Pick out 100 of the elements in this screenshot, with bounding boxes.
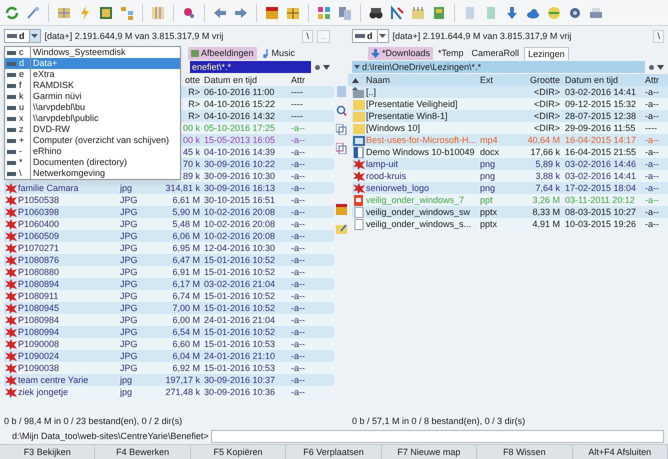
menu-item[interactable]: + Computer (overzicht van schijven): [5, 135, 180, 146]
copy-icon[interactable]: [336, 124, 346, 135]
file-name[interactable]: P1090008: [18, 340, 120, 348]
table-cell-text: jpg: [120, 184, 134, 192]
file-name[interactable]: P1080994: [18, 328, 120, 336]
table-cell-text: -a--: [290, 220, 306, 228]
file-name[interactable]: P1080911: [18, 292, 120, 300]
tiles-icon[interactable]: [316, 4, 332, 20]
caret-icon[interactable]: [323, 64, 330, 70]
function-key-button[interactable]: F4 Bewerken: [95, 445, 191, 459]
column-header[interactable]: Attr: [644, 76, 664, 84]
file-name[interactable]: ziek jongetje: [18, 388, 120, 396]
folder-icon: [352, 110, 366, 122]
table-cell-text: JPG: [120, 220, 139, 228]
drive-selector[interactable]: d: [4, 29, 40, 43]
menu-item[interactable]: f RAMDISK: [5, 80, 180, 91]
file-name[interactable]: P1080880: [18, 268, 120, 276]
function-key-button[interactable]: F3 Bekijken: [0, 445, 96, 459]
function-key-button[interactable]: F5 Kopiëren: [190, 445, 286, 459]
tab[interactable]: Music: [258, 47, 298, 60]
caret-icon[interactable]: [657, 64, 664, 70]
tree-icon[interactable]: [119, 4, 135, 20]
folder-icon[interactable]: [336, 223, 346, 234]
table-cell-text: 4,91 M: [531, 220, 560, 228]
file-name[interactable]: P1080984: [18, 316, 120, 324]
file-name[interactable]: P1080876: [18, 256, 120, 264]
file-name[interactable]: P1090038: [18, 364, 120, 372]
table-cell-text: -a--: [290, 208, 306, 216]
magnifier-icon[interactable]: [336, 105, 346, 116]
table-cell-text: 03-02-2016 14:41: [564, 88, 638, 96]
file-name[interactable]: seniorweb_logo: [366, 184, 480, 192]
table-cell-text: 05-10-2016 17:25: [203, 124, 276, 132]
tab[interactable]: Lezingen: [524, 47, 569, 60]
menu-item[interactable]: k Garmin nüvi: [5, 91, 180, 102]
function-key-button[interactable]: Alt+F4 Afsluiten: [572, 445, 668, 459]
root-dir-button[interactable]: \: [302, 30, 313, 42]
menu-item[interactable]: \ Netwerkomgeving: [5, 168, 180, 179]
table-cell-text: 28-07-2015 12:38: [564, 112, 638, 120]
picture-icon[interactable]: [98, 4, 114, 20]
download-icon[interactable]: [504, 4, 520, 20]
file-name[interactable]: P1080894: [18, 280, 120, 288]
path-bar[interactable]: d:\Irein\OneDrive\Lezingen\*.*: [352, 61, 645, 73]
rename-icon[interactable]: [389, 4, 405, 20]
function-key-button[interactable]: F6 Verplaatsen: [286, 445, 382, 459]
file-name[interactable]: lamp-uit: [366, 160, 480, 168]
file-name[interactable]: [..]: [366, 88, 480, 96]
file-name[interactable]: veilig_onder_windows_s...: [366, 220, 480, 228]
table-cell-text: JPG: [120, 316, 139, 324]
drive-label: \\arvpdebl\bu: [32, 103, 86, 112]
menu-item[interactable]: * Documenten (directory): [5, 157, 180, 168]
column-header[interactable]: Datum en tijd: [560, 76, 644, 84]
menu-item[interactable]: e eXtra: [5, 69, 180, 80]
file-name[interactable]: Demo Windows 10-b10049: [366, 148, 480, 156]
table-cell-text: -a--: [290, 280, 306, 288]
menu-item[interactable]: z DVD-RW: [5, 124, 180, 135]
columns-icon[interactable]: [150, 4, 166, 20]
function-key-button[interactable]: F7 Nieuwe map: [382, 445, 478, 459]
copy-icon[interactable]: [336, 143, 346, 154]
function-key-button[interactable]: F8 Wissen: [477, 445, 573, 459]
page-icon: [352, 206, 366, 218]
column-header[interactable]: Datum en tijd: [200, 76, 288, 84]
menu-item[interactable]: - eRhino: [5, 146, 180, 157]
file-name[interactable]: P1090024: [18, 352, 120, 360]
file-name[interactable]: P1060398: [18, 208, 120, 216]
file-name[interactable]: [Windows 10]: [366, 124, 480, 132]
wand-icon[interactable]: [25, 4, 41, 20]
file-name[interactable]: team centre Yarie: [18, 376, 120, 384]
menu-item[interactable]: u \\arvpdebl\bu: [5, 102, 180, 113]
package-icon[interactable]: [336, 204, 346, 215]
notebook-icon[interactable]: [431, 4, 447, 20]
table-cell-text: 70 k: [182, 160, 200, 168]
file-name[interactable]: P1080945: [18, 304, 120, 312]
root-dir-button[interactable]: \: [653, 30, 664, 42]
command-input[interactable]: [210, 430, 664, 442]
path-bar[interactable]: enefiet\*.*: [190, 61, 311, 73]
file-name[interactable]: P1050538: [18, 196, 120, 204]
file-name[interactable]: [Presentatie Win8-1]: [366, 112, 480, 120]
file-name[interactable]: [Presentatie Veiligheid]: [366, 100, 480, 108]
file-name[interactable]: familie Camara: [18, 184, 120, 192]
column-header[interactable]: Naam: [366, 76, 480, 84]
compare-icon[interactable]: [337, 4, 353, 20]
menu-item[interactable]: x \\arvpdebl\public: [5, 113, 180, 124]
column-header[interactable]: Ext: [480, 76, 512, 84]
drive-selector[interactable]: d: [352, 29, 388, 43]
column-header[interactable]: Grootte: [512, 76, 560, 84]
tab[interactable]: CameraRoll: [468, 47, 522, 60]
file-name[interactable]: P1070271: [18, 244, 120, 252]
tab[interactable]: *Temp: [435, 47, 467, 60]
tab[interactable]: Afbeeldingen: [188, 47, 257, 60]
tab[interactable]: *Downloads: [368, 47, 434, 60]
file-name[interactable]: rood-kruis: [366, 172, 480, 180]
table-cell-text: JPG: [120, 340, 139, 348]
file-name[interactable]: P1060509: [18, 232, 120, 240]
file-name[interactable]: P1060400: [18, 220, 120, 228]
file-name[interactable]: veilig_onder_windows_sw: [366, 208, 480, 216]
menu-item[interactable]: d Data+: [5, 58, 180, 69]
column-header[interactable]: Attr: [288, 76, 324, 84]
table-cell-text: JPG: [120, 352, 139, 360]
package-icon[interactable]: [264, 4, 280, 20]
refresh-icon[interactable]: [4, 4, 20, 20]
